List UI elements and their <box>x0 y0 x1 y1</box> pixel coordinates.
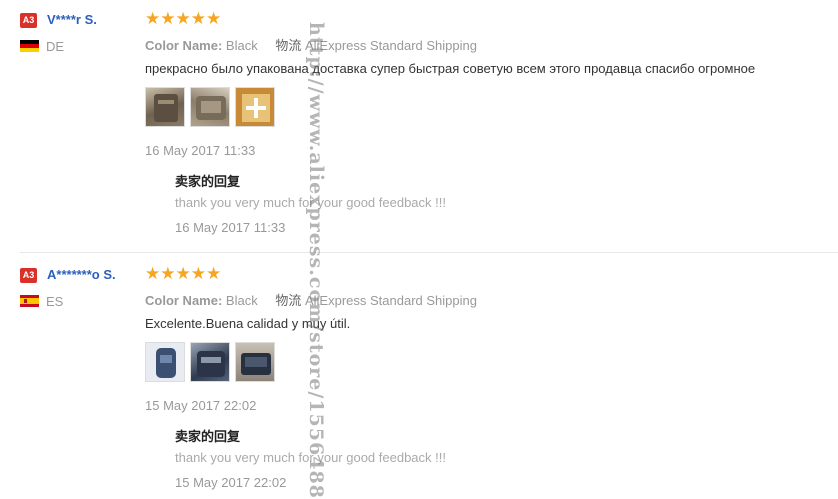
color-name-value: Black <box>225 38 258 53</box>
star-rating: ★★★★★ <box>145 9 222 28</box>
review-item: A3 A*******o S. ES ★★★★★ Color Name: Bla… <box>0 255 838 496</box>
buyer-name[interactable]: V****r S. <box>47 12 97 27</box>
shipping-label: 物流 <box>275 38 302 53</box>
shipping-value: AliExpress Standard Shipping <box>304 38 477 53</box>
review-date: 15 May 2017 22:02 <box>145 398 257 413</box>
photo-thumbnail[interactable] <box>145 342 185 382</box>
germany-flag-icon <box>20 40 39 52</box>
buyer-level-badge: A3 <box>20 268 37 283</box>
buyer-country: DE <box>46 39 65 54</box>
color-name-label: Color Name: <box>145 293 223 308</box>
review-divider <box>20 252 838 253</box>
seller-reply-title: 卖家的回复 <box>175 174 241 189</box>
store-url-watermark: http://www.aliexpress.com/store/1556488 <box>305 22 327 499</box>
review-photos <box>145 87 275 127</box>
buyer-country: ES <box>46 294 64 309</box>
photo-thumbnail[interactable] <box>190 87 230 127</box>
photo-thumbnail[interactable] <box>145 87 185 127</box>
shipping-label: 物流 <box>275 293 302 308</box>
color-name-value: Black <box>225 293 258 308</box>
photo-thumbnail[interactable] <box>235 342 275 382</box>
seller-reply-date: 16 May 2017 11:33 <box>175 220 286 235</box>
seller-reply-date: 15 May 2017 22:02 <box>175 475 287 490</box>
review-item: A3 V****r S. DE ★★★★★ Color Name: Black … <box>0 0 838 252</box>
buyer-name[interactable]: A*******o S. <box>47 267 116 282</box>
photo-thumbnail[interactable] <box>235 87 275 127</box>
photo-thumbnail[interactable] <box>190 342 230 382</box>
shipping-value: AliExpress Standard Shipping <box>304 293 477 308</box>
star-rating: ★★★★★ <box>145 264 222 283</box>
spain-flag-icon <box>20 295 39 307</box>
review-comment: прекрасно было упакована доставка супер … <box>145 61 756 76</box>
review-photos <box>145 342 275 382</box>
review-date: 16 May 2017 11:33 <box>145 143 256 158</box>
seller-reply-title: 卖家的回复 <box>175 429 241 444</box>
color-name-label: Color Name: <box>145 38 223 53</box>
buyer-level-badge: A3 <box>20 13 37 28</box>
